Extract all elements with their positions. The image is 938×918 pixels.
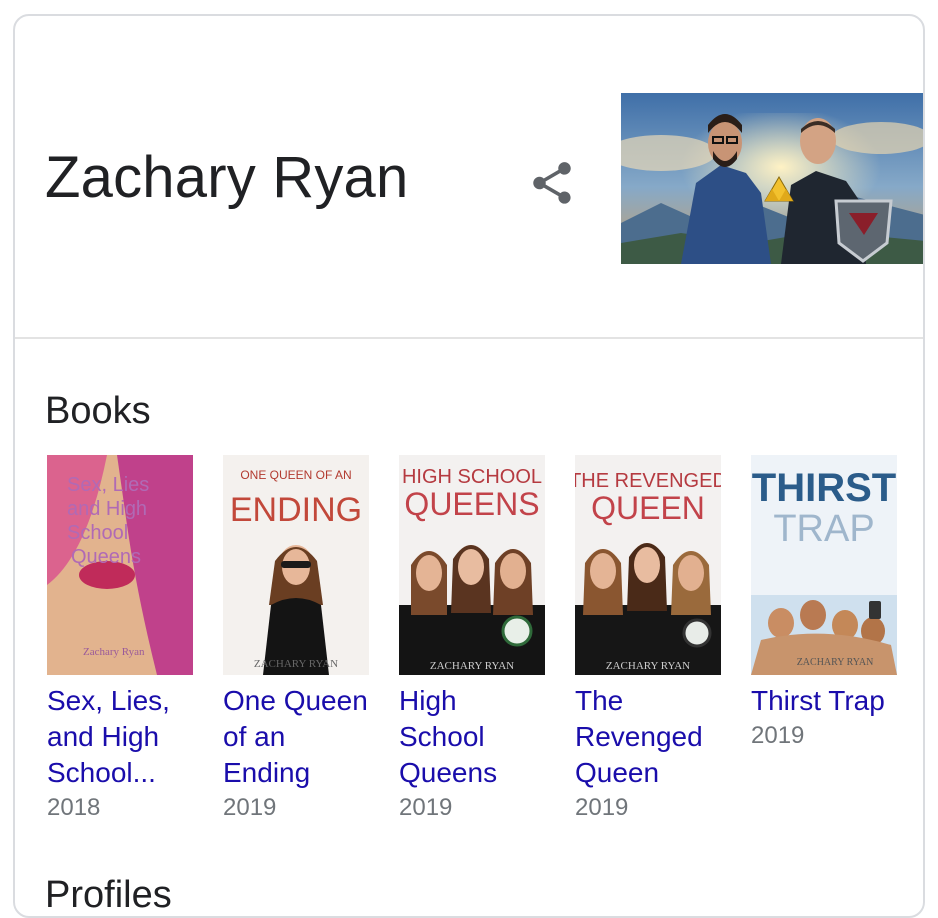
- book-cover-text: Sex, Lies: [67, 474, 149, 496]
- book-cover-text: School: [67, 522, 128, 544]
- book-title[interactable]: Thirst Trap: [751, 683, 897, 719]
- book-cover-text: ENDING: [230, 491, 362, 529]
- book-cover-text: Queens: [71, 546, 141, 568]
- book-card[interactable]: THE REVENGED QUEEN ZACHARY RYAN The Reve…: [575, 455, 721, 825]
- book-card[interactable]: Sex, Lies and High School Queens Zachary…: [47, 455, 193, 825]
- book-title[interactable]: Sex, Lies, and High School...: [47, 683, 193, 791]
- share-icon[interactable]: [527, 158, 577, 208]
- book-cover-author: ZACHARY RYAN: [606, 660, 690, 672]
- book-cover-text: THIRST: [752, 466, 896, 510]
- book-cover-text: QUEEN: [591, 490, 705, 526]
- book-cover: THIRST TRAP ZACHARY RYAN: [751, 455, 897, 675]
- book-cover-text: TRAP: [773, 508, 874, 550]
- entity-photo[interactable]: [621, 93, 925, 264]
- book-cover: HIGH SCHOOL QUEENS ZACHARY RYAN: [399, 455, 545, 675]
- book-year: 2019: [751, 722, 805, 749]
- book-cover-text: THE REVENGED: [575, 470, 721, 492]
- book-cover-text: HIGH SCHOOL: [402, 466, 542, 488]
- book-cover-author: Zachary Ryan: [83, 646, 145, 658]
- book-card[interactable]: THIRST TRAP ZACHARY RYAN Thirst Trap 201…: [751, 455, 897, 753]
- knowledge-panel: Zachary Ryan Books Sex, Lies and High Sc…: [13, 14, 925, 918]
- book-cover: Sex, Lies and High School Queens Zachary…: [47, 455, 193, 675]
- book-title[interactable]: The Revenged Queen: [575, 683, 721, 791]
- book-year: 2019: [223, 794, 277, 821]
- book-cover: THE REVENGED QUEEN ZACHARY RYAN: [575, 455, 721, 675]
- book-year: 2019: [575, 794, 629, 821]
- book-card[interactable]: ONE QUEEN OF AN ENDING ZACHARY RYAN One …: [223, 455, 369, 825]
- book-cover-text: QUEENS: [404, 486, 539, 522]
- section-divider: [15, 337, 923, 339]
- entity-name: Zachary Ryan: [45, 145, 409, 210]
- book-cover-author: ZACHARY RYAN: [430, 660, 514, 672]
- profiles-section-title: Profiles: [45, 874, 172, 916]
- book-cover: ONE QUEEN OF AN ENDING ZACHARY RYAN: [223, 455, 369, 675]
- book-card[interactable]: HIGH SCHOOL QUEENS ZACHARY RYAN High Sch…: [399, 455, 545, 825]
- book-cover-author: ZACHARY RYAN: [797, 657, 874, 668]
- book-title[interactable]: High School Queens: [399, 683, 545, 791]
- book-year: 2018: [47, 794, 101, 821]
- book-cover-text: ONE QUEEN OF AN: [240, 468, 351, 482]
- books-section-title: Books: [45, 390, 151, 432]
- book-title[interactable]: One Queen of an Ending: [223, 683, 369, 791]
- book-cover-text: and High: [67, 498, 147, 520]
- book-year: 2019: [399, 794, 453, 821]
- book-cover-author: ZACHARY RYAN: [254, 658, 338, 670]
